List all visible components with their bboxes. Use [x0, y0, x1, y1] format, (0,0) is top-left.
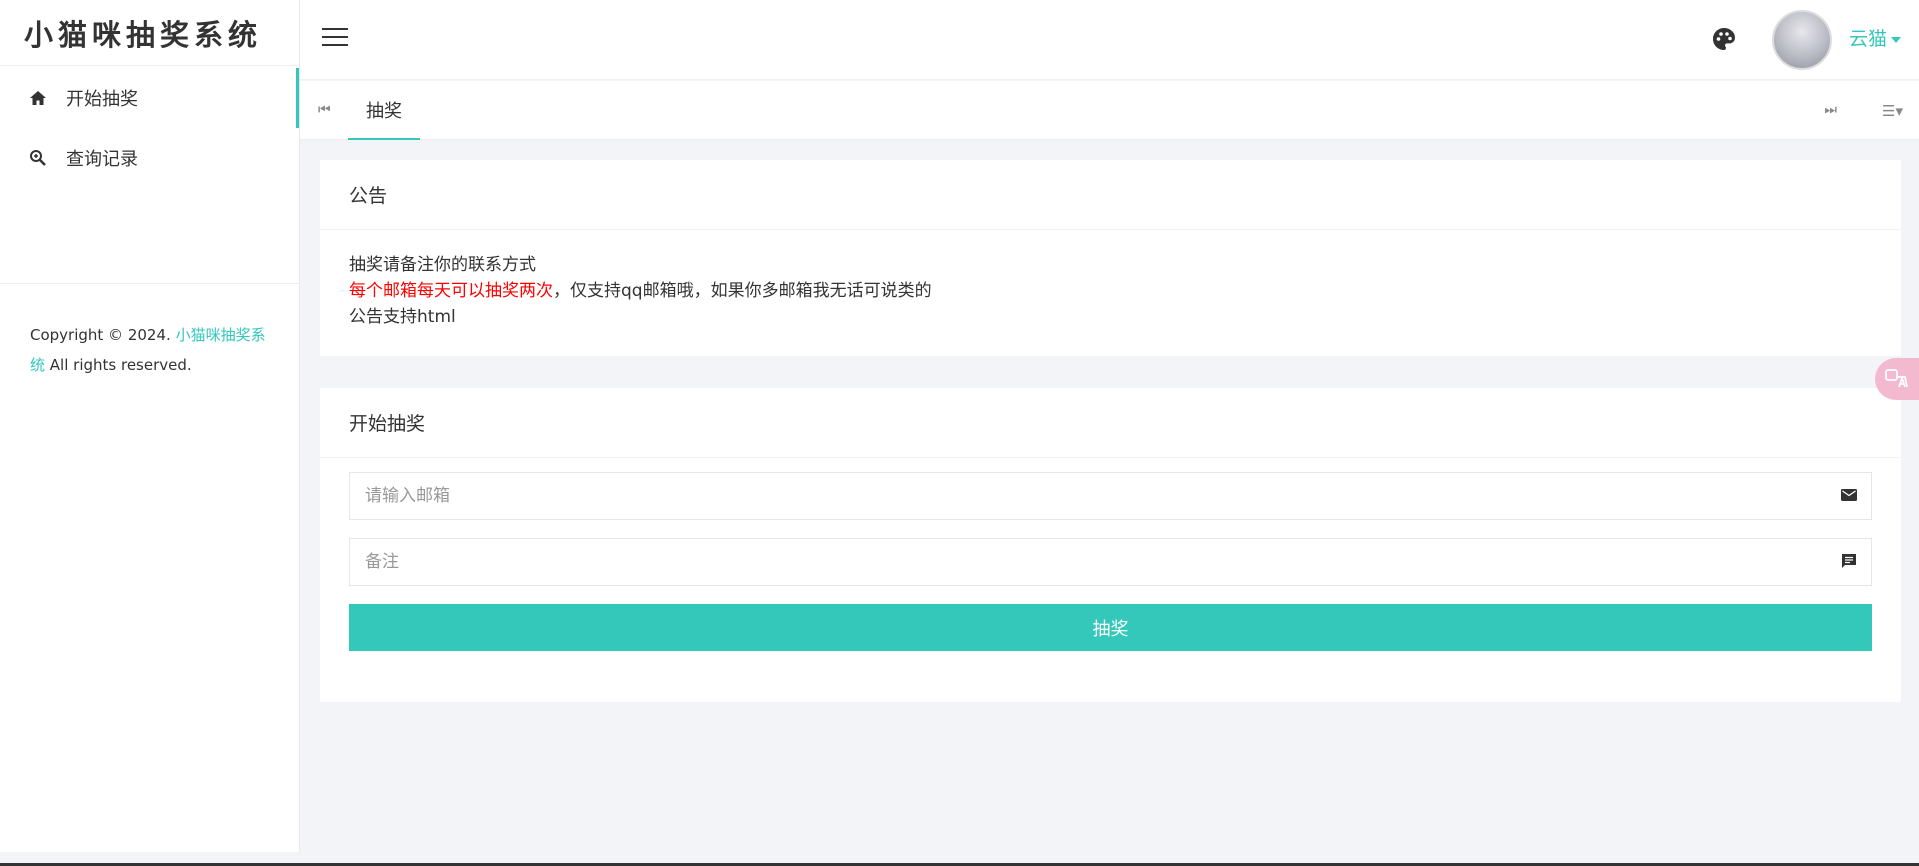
lottery-submit-button[interactable]: 抽奖 [349, 604, 1872, 651]
remark-field-wrapper [349, 538, 1872, 586]
home-icon [28, 88, 48, 108]
menu-toggle-icon[interactable] [322, 28, 348, 48]
sidebar-item-label: 查询记录 [66, 149, 138, 170]
tab-options-icon[interactable]: ☰▾ [1882, 102, 1903, 120]
theme-palette-icon[interactable] [1711, 26, 1737, 52]
notice-line-2: 每个邮箱每天可以抽奖两次，仅支持qq邮箱哦，如果你多邮箱我无话可说类的 [349, 278, 1872, 304]
sidebar-item-label: 开始抽奖 [66, 89, 138, 110]
comment-icon [1841, 553, 1859, 571]
copyright-prefix: Copyright © 2024. [30, 326, 171, 344]
sidebar: 小猫咪抽奖系统 开始抽奖 查询记录 Copyright © 2024. 小猫咪抽… [0, 0, 300, 852]
lottery-card: 开始抽奖 抽奖 [320, 388, 1901, 702]
lottery-form: 抽奖 [320, 458, 1901, 651]
brand-title: 小猫咪抽奖系统 [0, 0, 299, 66]
sidebar-nav: 开始抽奖 查询记录 [0, 66, 299, 284]
user-menu[interactable]: 云猫 [1849, 24, 1901, 51]
sidebar-item-start-lottery[interactable]: 开始抽奖 [0, 68, 299, 128]
notice-line-3: 公告支持html [349, 307, 456, 327]
notice-line-1: 抽奖请备注你的联系方式 [349, 255, 536, 275]
copyright: Copyright © 2024. 小猫咪抽奖系统 All rights res… [0, 284, 299, 380]
tab-scroll-right-icon[interactable]: ⏭ [1824, 102, 1837, 118]
chevron-down-icon [1891, 36, 1901, 43]
notice-card: 公告 抽奖请备注你的联系方式 每个邮箱每天可以抽奖两次，仅支持qq邮箱哦，如果你… [320, 160, 1901, 356]
copyright-suffix: All rights reserved. [49, 356, 192, 374]
notice-title: 公告 [320, 160, 1901, 230]
email-field-wrapper [349, 472, 1872, 520]
username: 云猫 [1848, 28, 1887, 50]
topbar: 云猫 [300, 0, 1919, 80]
sidebar-item-query-records[interactable]: 查询记录 [0, 128, 299, 188]
search-zoom-icon [28, 148, 48, 168]
email-field[interactable] [350, 473, 1871, 519]
avatar[interactable] [1772, 10, 1832, 70]
tab-scroll-left-icon[interactable]: ⏮ [318, 102, 331, 118]
envelope-icon [1841, 487, 1859, 505]
remark-field[interactable] [350, 539, 1871, 585]
tab-lottery[interactable]: 抽奖 [348, 81, 420, 140]
translate-icon[interactable] [1875, 358, 1919, 400]
lottery-title: 开始抽奖 [320, 388, 1901, 458]
notice-line-2-rest: ，仅支持qq邮箱哦，如果你多邮箱我无话可说类的 [553, 281, 932, 301]
notice-body: 抽奖请备注你的联系方式 每个邮箱每天可以抽奖两次，仅支持qq邮箱哦，如果你多邮箱… [320, 230, 1901, 330]
tab-bar: ⏮ 抽奖 ⏭ ☰▾ [300, 81, 1919, 140]
notice-highlight: 每个邮箱每天可以抽奖两次 [349, 281, 553, 301]
